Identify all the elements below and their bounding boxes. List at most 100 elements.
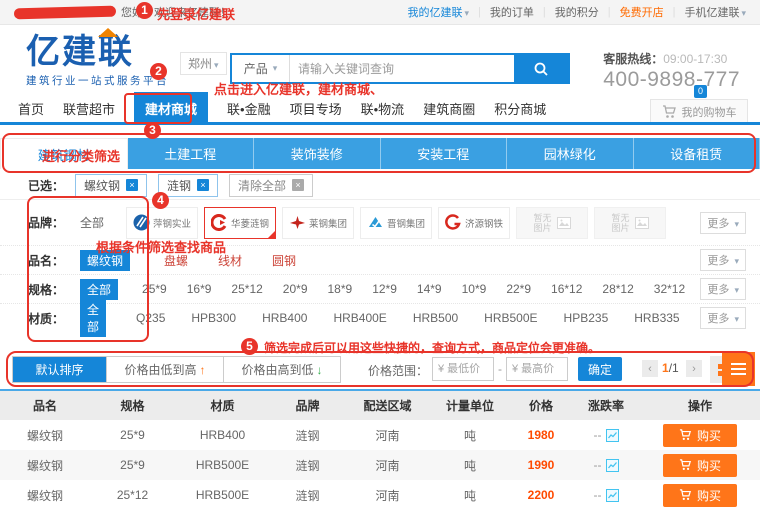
cell-spec: 25*9 — [90, 428, 175, 442]
sort-default-button[interactable]: 默认排序 — [13, 357, 106, 382]
category-tab-civil-engineering[interactable]: 土建工程 — [128, 138, 255, 169]
category-tab-decoration[interactable]: 装饰装修 — [254, 138, 381, 169]
close-icon[interactable]: × — [197, 179, 209, 191]
nav-item-building-circle[interactable]: 建筑商圈 — [423, 99, 475, 118]
spec-option[interactable]: 20*9 — [283, 282, 308, 296]
hotline-label: 客服热线： — [603, 52, 663, 66]
product-option[interactable]: 线材 — [218, 252, 242, 269]
product-options: 盘螺 线材 圆钢 — [134, 252, 296, 269]
brand-card-jingang[interactable]: 晋钢集团 — [360, 207, 432, 239]
spec-option[interactable]: 25*12 — [231, 282, 262, 296]
buy-button[interactable]: 购买 — [663, 424, 737, 447]
nav-item-union-market[interactable]: 联营超市 — [63, 99, 115, 118]
material-option[interactable]: HRB500 — [413, 311, 458, 325]
material-option[interactable]: HPB300 — [191, 311, 236, 325]
product-option[interactable]: 盘螺 — [164, 252, 188, 269]
close-icon[interactable]: × — [126, 179, 138, 191]
material-option[interactable]: HRB400E — [333, 311, 386, 325]
material-more-button[interactable]: 更多 ▾ — [700, 307, 746, 329]
confirm-button[interactable]: 确定 — [578, 357, 622, 381]
hotline-number: 400-9898-777 — [603, 68, 740, 92]
spec-all-selected[interactable]: 全部 — [80, 279, 118, 300]
sort-price-desc-button[interactable]: 价格由高到低↓ — [223, 357, 340, 382]
topbar-link-my-yijianlian[interactable]: 我的亿建联▾ — [408, 4, 470, 20]
list-view-button[interactable] — [722, 352, 755, 386]
clear-all-button[interactable]: 清除全部× — [229, 174, 313, 197]
city-selector[interactable]: 郑州▾ — [180, 52, 227, 75]
brand-more-button[interactable]: 更多 ▾ — [700, 212, 746, 234]
table-header: 品名 规格 材质 品牌 配送区域 计量单位 价格 涨跌率 操作 — [0, 389, 760, 420]
spec-option[interactable]: 32*12 — [654, 282, 685, 296]
price-trend-icon[interactable] — [606, 459, 619, 472]
material-option[interactable]: Q235 — [136, 311, 165, 325]
spec-option[interactable]: 28*12 — [602, 282, 633, 296]
buy-button[interactable]: 购买 — [663, 454, 737, 477]
nav-item-points-mall[interactable]: 积分商城 — [494, 99, 546, 118]
cell-spec: 25*9 — [90, 458, 175, 472]
material-all-selected[interactable]: 全部 — [80, 299, 106, 337]
brand-card-empty[interactable]: 暂无图片 — [594, 207, 666, 239]
col-header-price: 价格 — [510, 397, 572, 414]
nav-item-project-zone[interactable]: 项目专场 — [290, 99, 342, 118]
material-option[interactable]: HRB500E — [484, 311, 537, 325]
brand-card-pinggang[interactable]: 萍钢实业 — [126, 207, 198, 239]
category-tab-installation[interactable]: 安装工程 — [381, 138, 508, 169]
annotation-step-5-text: 筛选完成后可以用这些快捷的，查询方式，商品定位会更准确。 — [264, 339, 600, 356]
category-tabs: 建筑钢材 土建工程 装饰装修 安装工程 园林绿化 设备租赁 — [0, 138, 760, 169]
greeting-text: 您好，欢迎来亿建联！ — [121, 4, 231, 20]
divider: | — [673, 6, 676, 18]
brand-card-jiyuan[interactable]: 济源钢铁 — [438, 207, 510, 239]
nav-item-finance[interactable]: 联•金融 — [227, 99, 271, 118]
spec-option[interactable]: 22*9 — [506, 282, 531, 296]
product-more-button[interactable]: 更多 ▾ — [700, 249, 746, 271]
buy-button[interactable]: 购买 — [663, 484, 737, 507]
brand-card-laigang[interactable]: 莱钢集团 — [282, 207, 354, 239]
site-logo[interactable]: 亿建联 建筑行业一站式服务平台 — [26, 34, 169, 88]
spec-option[interactable]: 25*9 — [142, 282, 167, 296]
next-page-button[interactable]: › — [686, 360, 702, 377]
topbar-link-my-orders[interactable]: 我的订单 — [490, 4, 534, 20]
search-button[interactable] — [514, 55, 568, 82]
nav-item-building-materials-mall[interactable]: 建材商城 — [134, 92, 208, 125]
filter-row-spec: 规格： 全部 25*9 16*9 25*12 20*9 18*9 12*9 14… — [0, 274, 760, 303]
spec-option[interactable]: 18*9 — [328, 282, 353, 296]
brand-card-hualing-liangang[interactable]: 华菱涟钢 — [204, 207, 276, 239]
category-tab-equipment-rental[interactable]: 设备租赁 — [634, 138, 760, 169]
cell-spec: 25*12 — [90, 488, 175, 502]
selected-chip-liangang[interactable]: 涟钢× — [158, 174, 218, 197]
search-input[interactable] — [290, 55, 514, 82]
max-price-input[interactable] — [506, 357, 568, 381]
selected-chip-rebar[interactable]: 螺纹钢× — [75, 174, 147, 197]
table-row: 螺纹钢 25*9 HRB500E 涟钢 河南 吨 1990 -- 购买 — [0, 450, 760, 480]
topbar-links: 我的亿建联▾ | 我的订单 | 我的积分 | 免费开店 | 手机亿建联▾ — [408, 4, 747, 20]
nav-item-home[interactable]: 首页 — [18, 99, 44, 118]
spec-more-button[interactable]: 更多 ▾ — [700, 278, 746, 300]
prev-page-button[interactable]: ‹ — [642, 360, 658, 377]
category-tab-landscaping[interactable]: 园林绿化 — [507, 138, 634, 169]
cell-change: -- — [572, 488, 640, 502]
cell-brand: 涟钢 — [270, 457, 345, 474]
sort-price-asc-button[interactable]: 价格由低到高↑ — [106, 357, 223, 382]
topbar-link-my-points[interactable]: 我的积分 — [555, 4, 599, 20]
price-trend-icon[interactable] — [606, 429, 619, 442]
material-option[interactable]: HRB400 — [262, 311, 307, 325]
search-category-dropdown[interactable]: 产品▾ — [232, 55, 290, 82]
spec-option[interactable]: 14*9 — [417, 282, 442, 296]
min-price-input[interactable] — [432, 357, 494, 381]
spec-option[interactable]: 12*9 — [372, 282, 397, 296]
spec-option[interactable]: 16*9 — [187, 282, 212, 296]
spec-option[interactable]: 10*9 — [462, 282, 487, 296]
product-option-rebar-selected[interactable]: 螺纹钢 — [80, 250, 130, 271]
material-option[interactable]: HPB235 — [564, 311, 609, 325]
product-option[interactable]: 圆钢 — [272, 252, 296, 269]
price-trend-icon[interactable] — [606, 489, 619, 502]
brand-card-empty[interactable]: 暂无图片 — [516, 207, 588, 239]
material-option[interactable]: HRB335 — [634, 311, 679, 325]
topbar-link-open-shop[interactable]: 免费开店 — [620, 4, 664, 20]
brand-all-option[interactable]: 全部 — [80, 214, 104, 231]
spec-option[interactable]: 16*12 — [551, 282, 582, 296]
logo-text: 亿建联 — [26, 34, 134, 70]
nav-item-logistics[interactable]: 联•物流 — [361, 99, 405, 118]
topbar-link-mobile[interactable]: 手机亿建联▾ — [684, 4, 746, 20]
category-tab-building-steel[interactable]: 建筑钢材 — [0, 138, 128, 169]
